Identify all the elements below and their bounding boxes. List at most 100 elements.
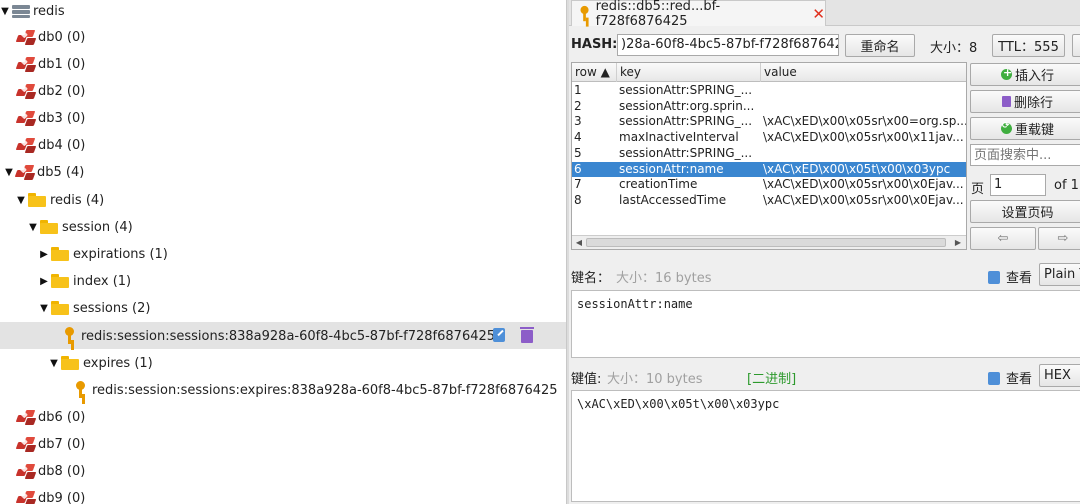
- table-row-selected[interactable]: 6 sessionAttr:name \xAC\xED\x00\x05t\x00…: [572, 161, 966, 178]
- size-value: 8: [969, 41, 978, 56]
- redis-db-icon: [15, 83, 37, 99]
- folder-count: (4): [85, 192, 105, 208]
- collapse-arrow-icon[interactable]: ▶: [39, 249, 49, 260]
- key-name: redis:session:sessions:expires:838a928a-…: [92, 382, 558, 398]
- tree-node-folder-index[interactable]: ▶ index (1): [39, 270, 131, 292]
- db-count: (0): [66, 436, 86, 452]
- ttl-button[interactable]: TTL：555: [992, 34, 1065, 57]
- tree-node-db7[interactable]: db7 (0): [15, 433, 86, 455]
- db-name: db8: [38, 463, 63, 479]
- db-count: (4): [65, 164, 85, 180]
- tree-node-db8[interactable]: db8 (0): [15, 460, 85, 482]
- db-count: (0): [66, 56, 86, 72]
- more-toolbar-button[interactable]: [1072, 34, 1080, 57]
- view-icon: [988, 372, 1000, 385]
- delete-key-icon[interactable]: [519, 327, 536, 344]
- key-view-mode-select[interactable]: Plain T: [1039, 263, 1080, 286]
- row-number: 6: [574, 161, 582, 176]
- set-page-button[interactable]: 设置页码: [970, 200, 1080, 223]
- tree-node-key-expires[interactable]: redis:session:sessions:expires:838a928a-…: [74, 379, 558, 401]
- table-row[interactable]: 1 sessionAttr:SPRING_...: [572, 83, 966, 99]
- key-icon: [74, 381, 88, 399]
- tree-node-db1[interactable]: db1 (0): [15, 53, 86, 75]
- table-row[interactable]: 2 sessionAttr:org.sprin...: [572, 99, 966, 115]
- table-header: row ▲ key value: [572, 63, 966, 82]
- page-search-input[interactable]: [970, 144, 1080, 166]
- tree-node-folder-expires[interactable]: ▼ expires (1): [49, 352, 153, 374]
- column-header-value[interactable]: value: [761, 63, 966, 82]
- value-view-text: 查看: [1006, 372, 1033, 387]
- tree-node-db9[interactable]: db9 (0): [15, 487, 85, 504]
- tree-node-db0[interactable]: db0 (0): [15, 26, 86, 48]
- column-header-key[interactable]: key: [617, 63, 761, 82]
- tree-node-db5[interactable]: ▼ db5 (4): [4, 161, 84, 183]
- tree-node-db4[interactable]: db4 (0): [15, 134, 85, 156]
- insert-row-label: 插入行: [1014, 69, 1054, 84]
- collapse-arrow-icon[interactable]: ▶: [39, 276, 49, 287]
- table-horizontal-scrollbar[interactable]: ◀ ▶: [572, 235, 966, 249]
- key-name-field[interactable]: )28a-60f8-4bc5-87bf-f728f6876425: [617, 34, 839, 56]
- folder-icon: [27, 193, 47, 207]
- row-value: [761, 83, 966, 99]
- table-row[interactable]: 3 sessionAttr:SPRING_... \xAC\xED\x00\x0…: [572, 114, 967, 130]
- scroll-right-icon[interactable]: ▶: [952, 237, 964, 249]
- table-row[interactable]: 4 maxInactiveInterval \xAC\xED\x00\x05sr…: [572, 130, 966, 146]
- row-number: 4: [574, 130, 582, 145]
- folder-icon: [39, 220, 59, 234]
- expand-arrow-icon[interactable]: ▼: [4, 167, 14, 178]
- key-name: redis:session:sessions:838a928a-60f8-4bc…: [81, 328, 496, 344]
- row-value: [761, 99, 966, 115]
- db-count: (0): [66, 409, 86, 425]
- table-row[interactable]: 7 creationTime \xAC\xED\x00\x05sr\x00\x0…: [572, 177, 966, 193]
- tree-node-folder-expirations[interactable]: ▶ expirations (1): [39, 243, 168, 265]
- key-content-editor[interactable]: sessionAttr:name: [571, 290, 1080, 358]
- key-type-label: HASH:: [571, 37, 618, 52]
- folder-icon: [50, 301, 70, 315]
- edit-key-icon[interactable]: [491, 327, 508, 344]
- expand-arrow-icon[interactable]: ▼: [0, 6, 10, 17]
- tree-node-server[interactable]: ▼ redis: [0, 0, 65, 22]
- rename-button[interactable]: 重命名: [845, 34, 915, 57]
- column-header-row[interactable]: row ▲: [572, 63, 617, 82]
- tree-node-key-session[interactable]: redis:session:sessions:838a928a-60f8-4bc…: [63, 325, 495, 347]
- scroll-left-icon[interactable]: ◀: [573, 237, 585, 249]
- value-view-mode-select[interactable]: HEX: [1039, 364, 1080, 387]
- folder-name: expires: [83, 355, 131, 371]
- key-size-hint: 大小：16 bytes: [616, 271, 712, 286]
- tree-node-folder-redis[interactable]: ▼ redis (4): [16, 189, 104, 211]
- close-tab-icon[interactable]: ✕: [812, 5, 825, 23]
- tree-node-folder-session[interactable]: ▼ session (4): [28, 216, 133, 238]
- delete-row-button[interactable]: 删除行: [970, 90, 1080, 113]
- redis-db-icon: [15, 490, 37, 504]
- folder-count: (2): [132, 300, 151, 316]
- next-page-button[interactable]: ⇨: [1038, 227, 1080, 250]
- expand-arrow-icon[interactable]: ▼: [16, 195, 26, 206]
- row-value: \xAC\xED\x00\x05sr\x00=org.sp...: [763, 114, 967, 129]
- row-number: 8: [574, 192, 582, 207]
- add-icon: [1000, 66, 1012, 80]
- value-view-label: 查看: [988, 368, 1032, 387]
- reload-key-button[interactable]: 重载键: [970, 117, 1080, 140]
- table-row[interactable]: 5 sessionAttr:SPRING_...: [572, 146, 966, 162]
- redis-db-icon: [15, 110, 37, 126]
- tab-key-editor[interactable]: redis::db5::red...bf-f728f6876425 ✕: [571, 0, 826, 29]
- tree-node-folder-sessions[interactable]: ▼ sessions (2): [39, 297, 150, 319]
- tree-node-db3[interactable]: db3 (0): [15, 107, 85, 129]
- table-row[interactable]: 8 lastAccessedTime \xAC\xED\x00\x05sr\x0…: [572, 192, 966, 209]
- expand-arrow-icon[interactable]: ▼: [49, 358, 59, 369]
- redis-db-icon: [15, 409, 37, 425]
- scrollbar-thumb[interactable]: [586, 238, 946, 247]
- db-name: db0: [38, 29, 63, 45]
- row-value: \xAC\xED\x00\x05sr\x00\x11jav...: [763, 130, 964, 145]
- prev-page-button[interactable]: ⇦: [970, 227, 1036, 250]
- expand-arrow-icon[interactable]: ▼: [28, 222, 38, 233]
- expand-arrow-icon[interactable]: ▼: [39, 303, 49, 314]
- server-icon: [11, 4, 31, 18]
- tree-node-db2[interactable]: db2 (0): [15, 80, 85, 102]
- db-count: (0): [66, 29, 86, 45]
- value-content-editor[interactable]: \xAC\xED\x00\x05t\x00\x03ypc: [571, 390, 1080, 502]
- tree-node-db6[interactable]: db6 (0): [15, 406, 86, 428]
- row-key: creationTime: [619, 177, 698, 192]
- page-number-field[interactable]: 1: [990, 174, 1046, 196]
- insert-row-button[interactable]: 插入行: [970, 63, 1080, 86]
